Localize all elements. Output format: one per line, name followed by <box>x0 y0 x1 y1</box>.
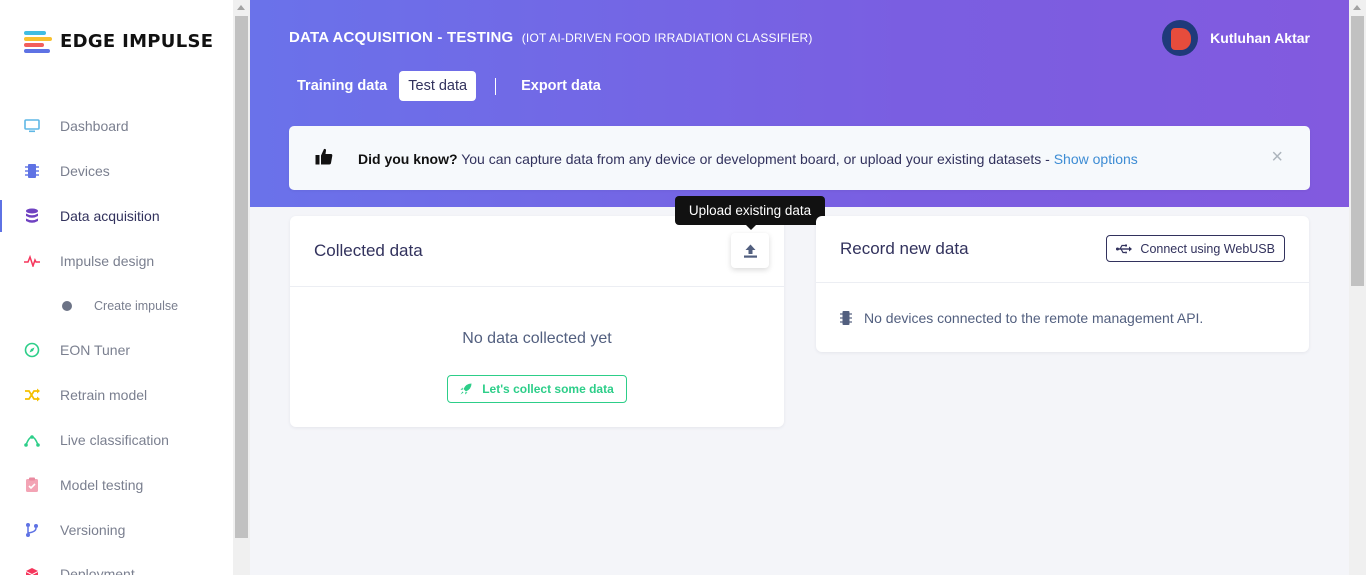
chip-icon <box>840 311 852 325</box>
show-options-link[interactable]: Show options <box>1054 151 1138 167</box>
banner-body: You can capture data from any device or … <box>457 151 1054 167</box>
card-divider <box>816 282 1309 283</box>
usb-icon <box>1116 244 1133 253</box>
avatar <box>1162 20 1199 56</box>
empty-state-text: No data collected yet <box>462 330 612 347</box>
card-divider <box>290 286 784 287</box>
sidebar-item-label: Deployment <box>60 566 135 575</box>
upload-icon <box>743 244 757 258</box>
collect-data-label: Let's collect some data <box>482 382 614 396</box>
sidebar: EDGE IMPULSE Dashboard Devices Data acqu… <box>0 0 233 575</box>
sidebar-item-devices[interactable]: Devices <box>0 149 233 194</box>
no-devices-text: No devices connected to the remote manag… <box>864 310 1204 326</box>
close-icon[interactable]: × <box>1271 146 1283 169</box>
box-icon <box>24 566 40 575</box>
connect-webusb-button[interactable]: Connect using WebUSB <box>1106 235 1285 262</box>
sidebar-item-dashboard[interactable]: Dashboard <box>0 104 233 149</box>
logo[interactable]: EDGE IMPULSE <box>24 30 214 53</box>
sidebar-item-data-acquisition[interactable]: Data acquisition <box>0 194 233 239</box>
clipboard-check-icon <box>24 477 40 493</box>
sidebar-item-label: Live classification <box>60 431 169 448</box>
connect-webusb-label: Connect using WebUSB <box>1140 241 1275 256</box>
collect-data-button[interactable]: Let's collect some data <box>447 375 627 403</box>
sidebar-item-label: Retrain model <box>60 387 148 404</box>
sidebar-item-label: Impulse design <box>60 252 155 269</box>
data-tabs: Training data Test data Export data <box>288 71 613 101</box>
rocket-icon <box>460 383 472 395</box>
chip-icon <box>24 163 40 179</box>
user-name: Kutluhan Aktar <box>1210 30 1310 46</box>
nodes-icon <box>24 432 40 448</box>
scroll-up-arrow-icon[interactable] <box>1353 5 1361 10</box>
compass-icon <box>24 342 40 358</box>
sidebar-item-label: Dashboard <box>60 118 129 135</box>
sidebar-item-label: Devices <box>60 163 110 180</box>
upload-tooltip: Upload existing data <box>675 196 825 230</box>
tab-export-data[interactable]: Export data <box>512 71 610 101</box>
record-new-data-card: Record new data Connect using WebUSB No … <box>816 216 1309 352</box>
monitor-icon <box>24 118 40 134</box>
sidebar-scroll-thumb[interactable] <box>235 16 248 538</box>
sidebar-item-model-testing[interactable]: Model testing <box>0 462 233 507</box>
tab-training-data[interactable]: Training data <box>288 71 396 101</box>
database-icon <box>24 208 40 224</box>
edge-impulse-logo-icon <box>24 30 54 53</box>
sidebar-item-label: Versioning <box>60 521 126 538</box>
user-menu[interactable]: Kutluhan Aktar <box>1162 20 1310 56</box>
sidebar-item-label: Create impulse <box>94 298 179 313</box>
page-scrollbar[interactable] <box>1349 0 1366 575</box>
sidebar-item-create-impulse[interactable]: Create impulse <box>0 283 233 328</box>
sidebar-item-retrain-model[interactable]: Retrain model <box>0 373 233 418</box>
thumbs-up-icon <box>315 148 333 170</box>
sidebar-scrollbar[interactable] <box>233 0 250 575</box>
sidebar-item-impulse-design[interactable]: Impulse design <box>0 238 233 283</box>
sidebar-item-label: Data acquisition <box>60 207 160 224</box>
tab-test-data[interactable]: Test data <box>399 71 477 101</box>
page-title: DATA ACQUISITION - TESTING (IOT AI-DRIVE… <box>289 29 813 46</box>
project-name: (IOT AI-DRIVEN FOOD IRRADIATION CLASSIFI… <box>521 31 813 45</box>
record-new-data-title: Record new data <box>840 239 969 258</box>
sidebar-nav: Dashboard Devices Data acquisition Impul… <box>0 104 233 575</box>
sidebar-item-versioning[interactable]: Versioning <box>0 507 233 552</box>
collected-data-card: Collected data No data collected yet Let… <box>290 216 784 427</box>
upload-button[interactable] <box>731 233 769 268</box>
did-you-know-banner: Did you know? You can capture data from … <box>289 126 1310 190</box>
shuffle-icon <box>24 387 40 403</box>
collected-data-title: Collected data <box>314 241 423 260</box>
pulse-icon <box>24 253 40 269</box>
no-devices-message: No devices connected to the remote manag… <box>840 310 1203 326</box>
app-name: EDGE IMPULSE <box>60 30 214 52</box>
sidebar-item-live-classification[interactable]: Live classification <box>0 418 233 463</box>
branch-icon <box>24 522 40 538</box>
dot-icon <box>62 300 72 311</box>
page-title-text: DATA ACQUISITION - TESTING <box>289 29 514 46</box>
sidebar-item-eon-tuner[interactable]: EON Tuner <box>0 328 233 373</box>
sidebar-item-label: Model testing <box>60 476 144 493</box>
page-scroll-thumb[interactable] <box>1351 16 1364 286</box>
sidebar-item-label: EON Tuner <box>60 342 131 359</box>
banner-lead: Did you know? <box>358 151 458 167</box>
scroll-up-arrow-icon[interactable] <box>237 5 245 10</box>
tab-separator <box>495 77 497 95</box>
banner-text: Did you know? You can capture data from … <box>358 151 1138 167</box>
sidebar-item-deployment[interactable]: Deployment <box>0 552 233 575</box>
